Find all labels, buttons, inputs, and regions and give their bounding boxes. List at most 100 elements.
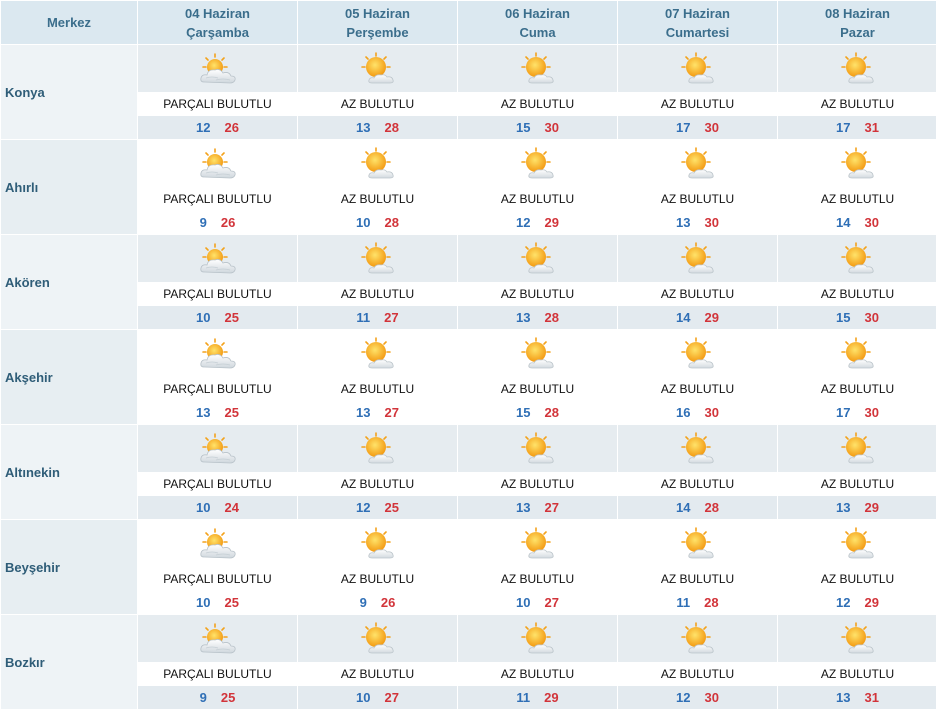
temperature-range: 15 28 (458, 401, 617, 424)
max-temperature: 30 (544, 120, 559, 135)
weather-description: AZ BULUTLU (458, 92, 617, 116)
weather-description: PARÇALI BULUTLU (138, 377, 297, 401)
mostly-sunny-icon (618, 140, 777, 187)
forecast-cell: AZ BULUTLU 10 27 (457, 519, 618, 615)
min-temperature: 13 (676, 215, 691, 230)
mostly-sunny-icon (458, 520, 617, 567)
location-name[interactable]: Akşehir (0, 329, 138, 425)
temperature-range: 15 30 (458, 116, 617, 139)
temperature-range: 10 25 (138, 591, 297, 614)
max-temperature: 25 (220, 690, 236, 705)
location-name[interactable]: Bozkır (0, 614, 138, 710)
temperature-range: 13 28 (298, 116, 457, 139)
max-temperature: 30 (864, 405, 879, 420)
partly-cloudy-icon (138, 140, 297, 187)
temperature-range: 15 30 (778, 306, 936, 329)
min-temperature: 11 (356, 310, 371, 325)
forecast-cell: AZ BULUTLU 10 28 (297, 139, 458, 235)
max-temperature: 27 (384, 310, 399, 325)
mostly-sunny-icon (778, 235, 936, 282)
temperature-range: 14 30 (778, 211, 936, 234)
forecast-body: Konya PARÇALI BULUTLU 12 26 AZ BULUTLU 13 28 AZ… (0, 44, 936, 710)
weather-description: AZ BULUTLU (778, 662, 936, 686)
min-temperature: 10 (356, 690, 371, 705)
weather-description: AZ BULUTLU (458, 567, 617, 591)
day-header: 07 Haziran Cumartesi (617, 0, 778, 45)
location-name[interactable]: Beyşehir (0, 519, 138, 615)
max-temperature: 30 (704, 120, 719, 135)
min-temperature: 13 (356, 120, 371, 135)
location-column-header: Merkez (0, 0, 138, 45)
min-temperature: 15 (836, 310, 851, 325)
temperature-range: 13 25 (138, 401, 297, 424)
weather-description: AZ BULUTLU (778, 567, 936, 591)
max-temperature: 27 (544, 500, 559, 515)
weather-description: AZ BULUTLU (298, 377, 457, 401)
day-header: 08 Haziran Pazar (777, 0, 936, 45)
temperature-range: 14 29 (618, 306, 777, 329)
min-temperature: 13 (196, 405, 211, 420)
max-temperature: 29 (704, 310, 719, 325)
temperature-range: 13 31 (778, 686, 936, 709)
min-temperature: 10 (196, 500, 211, 515)
location-name[interactable]: Konya (0, 44, 138, 140)
temperature-range: 9 26 (298, 591, 457, 614)
location-name[interactable]: Ahırlı (0, 139, 138, 235)
weather-description: PARÇALI BULUTLU (138, 187, 297, 211)
mostly-sunny-icon (778, 520, 936, 567)
location-name[interactable]: Altınekin (0, 424, 138, 520)
mostly-sunny-icon (458, 425, 617, 472)
min-temperature: 12 (356, 500, 371, 515)
mostly-sunny-icon (458, 330, 617, 377)
forecast-row: Konya PARÇALI BULUTLU 12 26 AZ BULUTLU 13 28 AZ… (0, 44, 936, 140)
forecast-table: Merkez 04 Haziran Çarşamba 05 Haziran Pe… (0, 0, 936, 710)
weather-description: PARÇALI BULUTLU (138, 472, 297, 496)
min-temperature: 13 (836, 500, 851, 515)
min-temperature: 15 (516, 405, 531, 420)
min-temperature: 17 (836, 120, 851, 135)
temperature-range: 9 26 (138, 211, 297, 234)
mostly-sunny-icon (618, 520, 777, 567)
temperature-range: 9 25 (138, 686, 297, 709)
min-temperature: 16 (676, 405, 691, 420)
day-weekday: Çarşamba (186, 24, 249, 40)
day-weekday: Pazar (840, 24, 875, 40)
day-header: 04 Haziran Çarşamba (137, 0, 298, 45)
weather-description: AZ BULUTLU (618, 567, 777, 591)
weather-description: AZ BULUTLU (458, 282, 617, 306)
forecast-cell: PARÇALI BULUTLU 13 25 (137, 329, 298, 425)
min-temperature: 11 (676, 595, 691, 610)
min-temperature: 13 (356, 405, 371, 420)
weather-description: AZ BULUTLU (298, 92, 457, 116)
min-temperature: 12 (516, 215, 531, 230)
weather-description: PARÇALI BULUTLU (138, 92, 297, 116)
mostly-sunny-icon (618, 425, 777, 472)
min-temperature: 9 (199, 215, 207, 230)
mostly-sunny-icon (778, 140, 936, 187)
temperature-range: 12 29 (778, 591, 936, 614)
forecast-cell: AZ BULUTLU 12 29 (457, 139, 618, 235)
partly-cloudy-icon (138, 235, 297, 282)
max-temperature: 26 (380, 595, 396, 610)
max-temperature: 27 (384, 405, 399, 420)
min-temperature: 15 (516, 120, 531, 135)
day-date: 05 Haziran (344, 5, 411, 21)
min-temperature: 14 (676, 310, 691, 325)
forecast-cell: AZ BULUTLU 14 30 (777, 139, 936, 235)
forecast-row: Akören PARÇALI BULUTLU 10 25 AZ BULUTLU 11 27 A… (0, 234, 936, 330)
temperature-range: 17 31 (778, 116, 936, 139)
max-temperature: 27 (384, 690, 399, 705)
max-temperature: 31 (864, 690, 879, 705)
temperature-range: 10 27 (298, 686, 457, 709)
min-temperature: 17 (676, 120, 691, 135)
mostly-sunny-icon (298, 615, 457, 662)
temperature-range: 12 29 (458, 211, 617, 234)
mostly-sunny-icon (298, 140, 457, 187)
weather-description: AZ BULUTLU (458, 187, 617, 211)
forecast-row: Ahırlı PARÇALI BULUTLU 9 26 AZ BULUTLU 10 28 AZ… (0, 139, 936, 235)
location-name[interactable]: Akören (0, 234, 138, 330)
min-temperature: 10 (196, 595, 211, 610)
forecast-cell: AZ BULUTLU 11 28 (617, 519, 778, 615)
max-temperature: 28 (384, 120, 399, 135)
max-temperature: 30 (704, 405, 719, 420)
